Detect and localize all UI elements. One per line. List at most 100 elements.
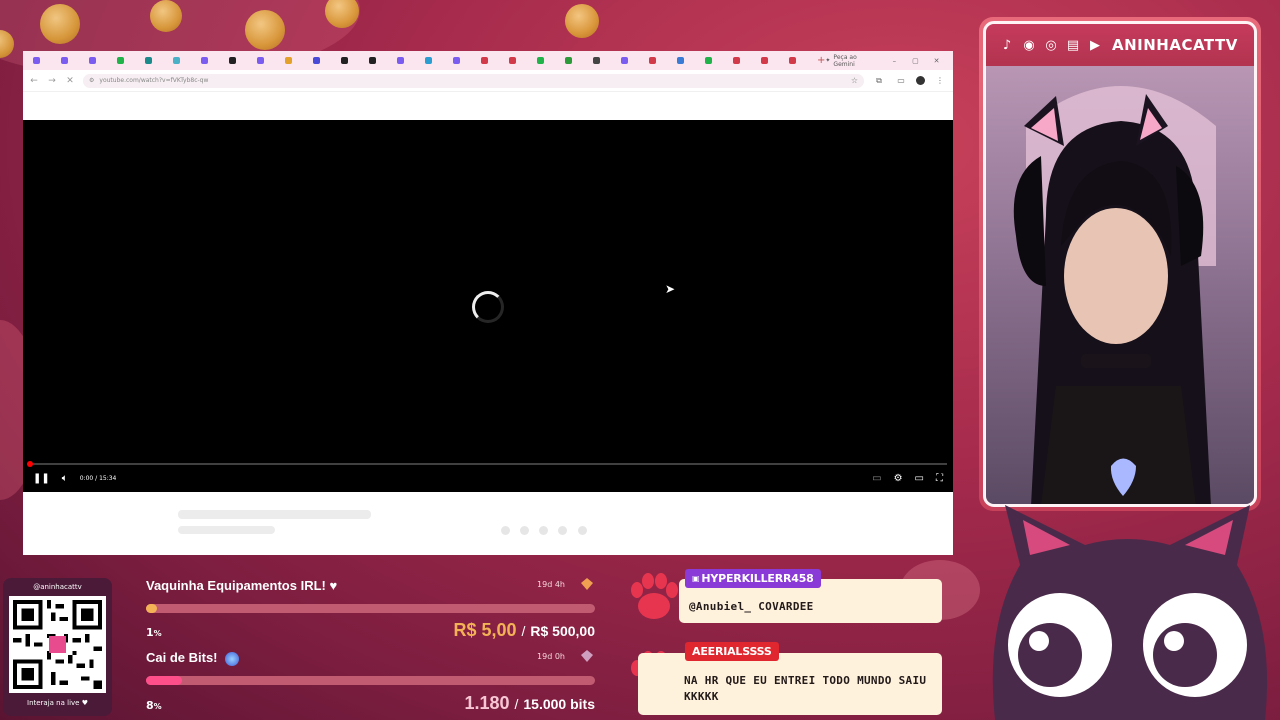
settings-icon[interactable]: ⚙: [894, 473, 903, 484]
browser-tab[interactable]: [645, 53, 673, 68]
tab-favicon-icon: [565, 57, 572, 64]
menu-icon[interactable]: ⋮: [933, 76, 947, 85]
browser-tab[interactable]: [449, 53, 477, 68]
placeholder-dot: [539, 526, 548, 535]
player-controls: ❚❚ 🔈︎ 0:00 / 15:34 ▭ ⚙ ▭ ⛶: [23, 470, 953, 486]
video-time: 0:00 / 15:34: [79, 474, 117, 482]
browser-tab[interactable]: [421, 53, 449, 68]
browser-window: + ✦ Peça ao Gemini – ▢ ✕ ← → ✕ ⚙ youtube…: [23, 51, 953, 555]
forward-button[interactable]: →: [47, 76, 57, 86]
browser-tab[interactable]: [225, 53, 253, 68]
browser-tab[interactable]: [673, 53, 701, 68]
instagram-icon: ◎: [1045, 37, 1057, 53]
tab-favicon-icon: [89, 57, 96, 64]
paw-icon: [631, 573, 678, 619]
tiktok-icon: ♪: [1002, 37, 1012, 53]
tab-favicon-icon: [313, 57, 320, 64]
new-tab-button[interactable]: +: [817, 55, 825, 66]
chat-message: NA HR QUE EU ENTREI TODO MUNDO SAIU KKKK…: [625, 640, 945, 718]
site-info-icon[interactable]: ⚙: [89, 77, 94, 84]
browser-tab[interactable]: [617, 53, 645, 68]
tab-favicon-icon: [789, 57, 796, 64]
goal-current-amount: R$ 5,00: [453, 620, 517, 640]
youtube-icon: ▶: [1090, 37, 1100, 53]
extensions-icon[interactable]: ⧉: [872, 76, 886, 86]
qr-card: @aninhacattv Interaja na live ♥: [3, 578, 112, 716]
qr-caption: Interaja na live ♥: [27, 699, 88, 707]
browser-tab[interactable]: [169, 53, 197, 68]
browser-tab[interactable]: [337, 53, 365, 68]
goal-progress-bar: [146, 604, 595, 613]
gemini-icon: ✦: [825, 57, 831, 64]
browser-tab[interactable]: [729, 53, 757, 68]
browser-tab[interactable]: [785, 53, 813, 68]
fullscreen-icon[interactable]: ⛶: [936, 473, 943, 484]
streamer-video: [986, 66, 1254, 504]
goal-amount: 1.180 / 15.000 bits: [464, 693, 595, 713]
tab-favicon-icon: [649, 57, 656, 64]
mouse-cursor-icon: ➤: [665, 282, 676, 296]
goal-percent: 8%: [146, 699, 162, 712]
browser-tab[interactable]: [365, 53, 393, 68]
subtitles-icon[interactable]: ▭: [872, 473, 881, 484]
gem-icon: [581, 650, 593, 662]
goal-progress-fill: [146, 676, 182, 685]
webcam-feed: ♪ ◉ ◎ ▤ ▶ ANINHACATTV: [983, 21, 1257, 507]
theater-icon[interactable]: ▭: [915, 473, 924, 484]
goal-title: Cai de Bits!: [146, 650, 595, 666]
badge-icon: ▣: [692, 574, 700, 583]
browser-tab[interactable]: [197, 53, 225, 68]
tab-favicon-icon: [285, 57, 292, 64]
browser-tab[interactable]: [281, 53, 309, 68]
browser-tab[interactable]: [253, 53, 281, 68]
downloads-icon[interactable]: ▭: [894, 76, 908, 85]
goal-equipment: Vaquinha Equipamentos IRL! ♥ 19d 4h 1% R…: [146, 578, 595, 642]
browser-tab[interactable]: [393, 53, 421, 68]
placeholder-dot: [520, 526, 529, 535]
close-window-button[interactable]: ✕: [926, 57, 947, 65]
browser-tab[interactable]: [701, 53, 729, 68]
placeholder-dot: [501, 526, 510, 535]
pause-icon[interactable]: ❚❚: [33, 473, 50, 484]
tab-favicon-icon: [425, 57, 432, 64]
browser-tab[interactable]: [561, 53, 589, 68]
browser-tab[interactable]: [505, 53, 533, 68]
browser-tab[interactable]: [533, 53, 561, 68]
video-progress-bar[interactable]: [27, 461, 947, 467]
browser-tab[interactable]: [141, 53, 169, 68]
browser-tab[interactable]: [85, 53, 113, 68]
bookmark-star-icon[interactable]: ☆: [851, 76, 858, 85]
qr-code[interactable]: [9, 596, 106, 693]
avatar[interactable]: [916, 76, 925, 85]
minimize-button[interactable]: –: [884, 57, 905, 65]
tab-favicon-icon: [453, 57, 460, 64]
browser-tab[interactable]: [589, 53, 617, 68]
back-button[interactable]: ←: [29, 76, 39, 86]
tab-favicon-icon: [117, 57, 124, 64]
stop-loading-button[interactable]: ✕: [65, 76, 75, 86]
goal-target-amount: 15.000 bits: [523, 696, 595, 712]
gem-icon: [581, 578, 593, 590]
tab-favicon-icon: [229, 57, 236, 64]
tab-favicon-icon: [677, 57, 684, 64]
browser-tab[interactable]: [57, 53, 85, 68]
loading-spinner-icon: [472, 291, 504, 323]
tab-favicon-icon: [593, 57, 600, 64]
volume-icon[interactable]: 🔈︎: [62, 473, 68, 484]
chat-message-text: NA HR QUE EU ENTREI TODO MUNDO SAIU KKKK…: [638, 653, 942, 715]
browser-tab[interactable]: [29, 53, 57, 68]
twitch-icon: ▤: [1066, 37, 1080, 53]
browser-tab[interactable]: [477, 53, 505, 68]
browser-tab[interactable]: [757, 53, 785, 68]
browser-tab[interactable]: [113, 53, 141, 68]
maximize-button[interactable]: ▢: [905, 57, 926, 65]
tab-favicon-icon: [341, 57, 348, 64]
streamer-handle: ANINHACATTV: [1112, 36, 1238, 54]
gemini-button[interactable]: ✦ Peça ao Gemini: [825, 54, 883, 68]
video-player[interactable]: ➤ ❚❚ 🔈︎ 0:00 / 15:34 ▭ ⚙ ▭ ⛶: [23, 120, 953, 492]
browser-tab[interactable]: [309, 53, 337, 68]
url-input[interactable]: ⚙ youtube.com/watch?v=fVKTyb8c-qw ☆: [83, 73, 864, 88]
progress-scrubber[interactable]: [27, 461, 33, 467]
goal-percent: 1%: [146, 626, 162, 639]
tab-favicon-icon: [621, 57, 628, 64]
